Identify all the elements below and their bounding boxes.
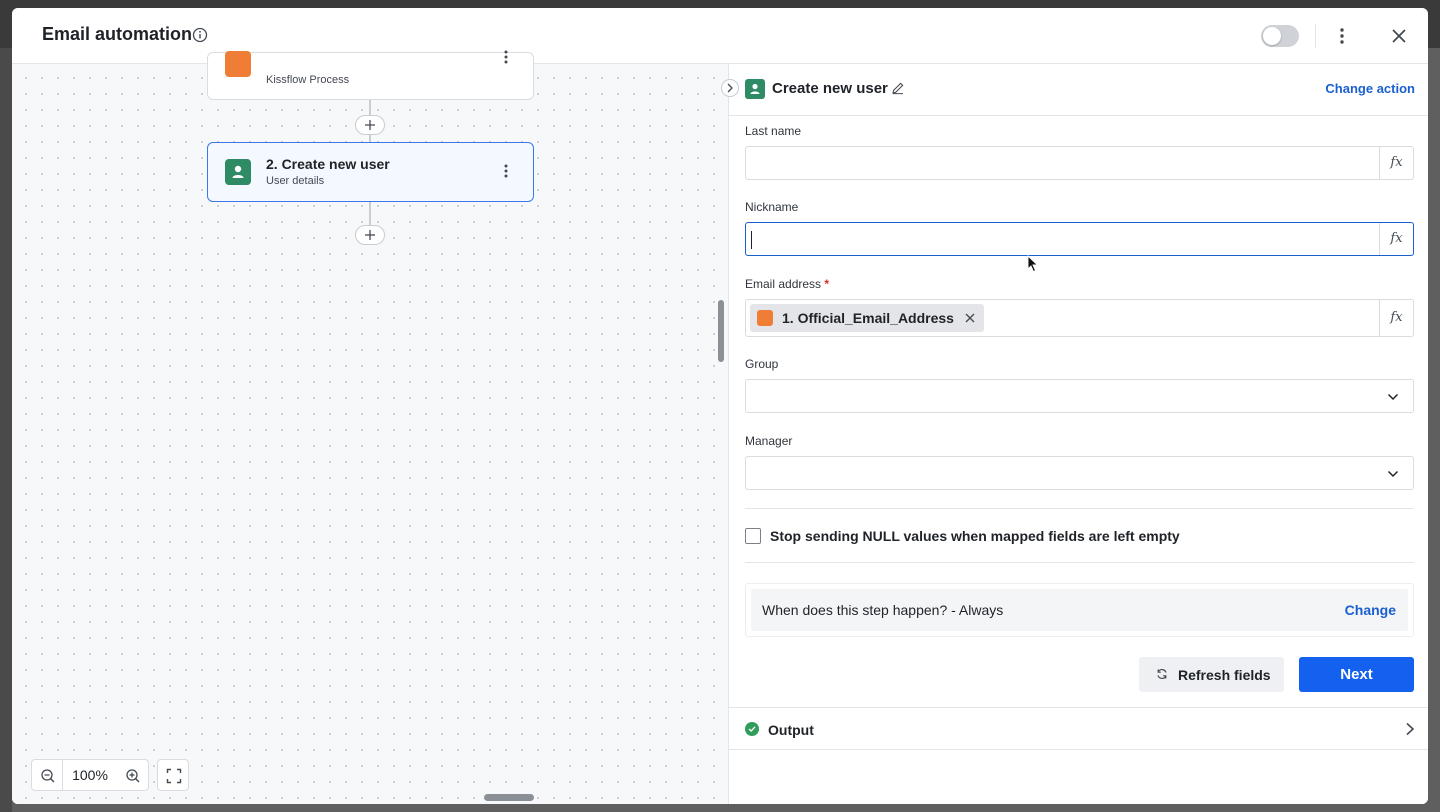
email-address-label-text: Email address [745,277,822,291]
section-divider [745,562,1414,563]
required-mark: * [824,277,830,291]
chevron-right-icon [1406,722,1415,736]
chip-label: 1. Official_Email_Address [782,310,954,326]
workflow-node-create-user[interactable]: 2. Create new user User details [207,142,534,202]
change-condition-link[interactable]: Change [1345,602,1396,618]
pencil-icon[interactable] [891,81,905,95]
zoom-controls: 100% [31,759,149,791]
plus-icon [365,230,375,240]
kissflow-process-icon [225,51,251,77]
zoom-level: 100% [63,759,117,791]
connector-line [369,202,371,226]
info-icon[interactable] [192,27,208,43]
user-icon [745,79,765,99]
backdrop-left [0,48,12,812]
nickname-label: Nickname [745,200,799,214]
node-more-icon[interactable] [498,49,514,65]
automation-toggle[interactable] [1261,25,1299,47]
user-icon [225,159,251,185]
workflow-node-trigger[interactable]: Kissflow Process [207,49,534,100]
manager-label: Manager [745,434,793,448]
last-name-field[interactable]: fx [745,146,1414,180]
vertical-scrollbar[interactable] [718,300,724,362]
node-more-icon[interactable] [498,163,514,179]
fit-screen-button[interactable] [157,759,189,791]
panel-title: Create new user [772,80,888,97]
nickname-field[interactable]: fx [745,222,1414,256]
next-button[interactable]: Next [1299,657,1414,692]
fullscreen-icon [166,768,182,784]
add-step-button[interactable] [355,115,385,135]
refresh-fields-button[interactable]: Refresh fields [1139,657,1284,692]
group-select[interactable] [745,379,1414,413]
page-title: Email automation [42,24,193,44]
section-divider [745,508,1414,509]
node-subtitle: Kissflow Process [266,74,350,86]
refresh-icon [1157,668,1167,680]
zoom-in-button[interactable] [117,759,149,791]
zoom-out-button[interactable] [31,759,63,791]
formula-button[interactable]: fx [1379,300,1413,336]
group-label: Group [745,357,779,371]
node-subtitle: User details [266,175,325,187]
kissflow-process-icon [757,310,773,326]
mapped-field-chip[interactable]: 1. Official_Email_Address [750,304,984,332]
automation-modal: Email automation Kissflow Process 2. Cre… [12,8,1428,804]
step-condition-box: When does this step happen? - Always Cha… [745,583,1414,637]
email-address-label: Email address * [745,277,829,291]
panel-header: Create new user Change action [729,64,1428,116]
null-values-checkbox[interactable] [745,528,761,544]
plus-icon [365,120,375,130]
more-options-icon[interactable] [1332,26,1352,46]
formula-button[interactable]: fx [1379,147,1413,179]
workflow-canvas[interactable]: Kissflow Process 2. Create new user User… [12,50,728,804]
close-icon[interactable] [1389,26,1409,46]
formula-button[interactable]: fx [1379,223,1413,255]
zoom-in-icon [126,769,140,783]
output-section[interactable]: Output [729,707,1428,750]
manager-select[interactable] [745,456,1414,490]
chevron-down-icon [1387,470,1399,478]
step-condition-text: When does this step happen? - Always [762,602,1004,618]
change-action-link[interactable]: Change action [1325,81,1415,96]
text-caret [751,231,752,249]
step-config-panel: Create new user Change action Last name … [721,64,1428,804]
email-address-field[interactable]: 1. Official_Email_Address fx [745,299,1414,337]
remove-chip-icon[interactable] [964,312,976,324]
refresh-fields-label: Refresh fields [1178,667,1271,683]
zoom-out-icon [41,769,55,783]
header-divider [1315,24,1316,48]
chevron-down-icon [1387,393,1399,401]
last-name-label: Last name [745,124,802,138]
node-title: 2. Create new user [266,156,390,172]
add-step-button[interactable] [355,225,385,245]
step-condition-inner: When does this step happen? - Always Cha… [751,589,1408,631]
mouse-cursor-icon [1027,255,1039,273]
check-circle-icon [745,722,759,736]
horizontal-scrollbar[interactable] [484,794,534,801]
output-label: Output [768,722,814,738]
null-values-label[interactable]: Stop sending NULL values when mapped fie… [770,528,1180,544]
